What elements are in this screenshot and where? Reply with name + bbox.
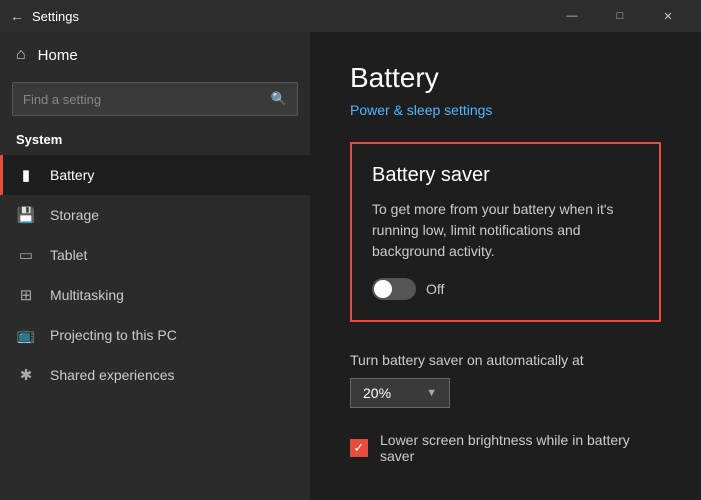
- search-box[interactable]: 🔍: [12, 82, 298, 116]
- toggle-row: Off: [372, 278, 639, 300]
- multitasking-icon: ⊞: [16, 286, 36, 304]
- multitasking-label: Multitasking: [50, 287, 124, 303]
- projecting-icon: 📺: [16, 326, 36, 344]
- sidebar-item-multitasking[interactable]: ⊞ Multitasking: [0, 275, 310, 315]
- home-label: Home: [38, 47, 78, 64]
- close-button[interactable]: ✕: [645, 0, 691, 32]
- battery-saver-description: To get more from your battery when it's …: [372, 199, 639, 262]
- battery-icon: ▮: [16, 166, 36, 184]
- shared-icon: ✱: [16, 366, 36, 384]
- page-title: Battery: [350, 62, 661, 94]
- battery-saver-title: Battery saver: [372, 164, 639, 187]
- shared-label: Shared experiences: [50, 367, 175, 383]
- brightness-label: Lower screen brightness while in battery…: [380, 432, 661, 464]
- sidebar-item-home[interactable]: ⌂ Home: [0, 32, 310, 78]
- battery-saver-toggle[interactable]: [372, 278, 416, 300]
- sidebar-item-battery[interactable]: ▮ Battery: [0, 155, 310, 195]
- chevron-down-icon: ▼: [426, 387, 437, 399]
- back-button[interactable]: ←: [10, 8, 24, 24]
- toggle-label: Off: [426, 281, 444, 297]
- brightness-checkbox[interactable]: ✓: [350, 439, 368, 457]
- checkmark-icon: ✓: [354, 440, 365, 456]
- search-icon: 🔍: [271, 91, 287, 107]
- storage-label: Storage: [50, 207, 99, 223]
- sidebar: ⌂ Home 🔍 System ▮ Battery 💾 Storage ▭ Ta…: [0, 32, 310, 500]
- battery-label: Battery: [50, 167, 94, 183]
- main-layout: ⌂ Home 🔍 System ▮ Battery 💾 Storage ▭ Ta…: [0, 32, 701, 500]
- brightness-checkbox-row: ✓ Lower screen brightness while in batte…: [350, 432, 661, 464]
- title-bar: ← Settings — □ ✕: [0, 0, 701, 32]
- projecting-label: Projecting to this PC: [50, 327, 177, 343]
- sidebar-item-tablet[interactable]: ▭ Tablet: [0, 235, 310, 275]
- tablet-icon: ▭: [16, 246, 36, 264]
- auto-section-label: Turn battery saver on automatically at: [350, 352, 661, 368]
- dropdown-value: 20%: [363, 385, 391, 401]
- minimize-button[interactable]: —: [549, 0, 595, 32]
- system-label: System: [0, 126, 310, 155]
- app-title: Settings: [32, 9, 79, 24]
- window-controls: — □ ✕: [549, 0, 691, 32]
- battery-saver-card: Battery saver To get more from your batt…: [350, 142, 661, 322]
- sidebar-item-storage[interactable]: 💾 Storage: [0, 195, 310, 235]
- auto-threshold-dropdown[interactable]: 20% ▼: [350, 378, 450, 408]
- home-icon: ⌂: [16, 46, 26, 64]
- content-area: Battery Power & sleep settings Battery s…: [310, 32, 701, 500]
- sidebar-item-projecting[interactable]: 📺 Projecting to this PC: [0, 315, 310, 355]
- tablet-label: Tablet: [50, 247, 87, 263]
- search-input[interactable]: [23, 92, 271, 107]
- storage-icon: 💾: [16, 206, 36, 224]
- sidebar-item-shared[interactable]: ✱ Shared experiences: [0, 355, 310, 395]
- power-sleep-link[interactable]: Power & sleep settings: [350, 102, 492, 118]
- maximize-button[interactable]: □: [597, 0, 643, 32]
